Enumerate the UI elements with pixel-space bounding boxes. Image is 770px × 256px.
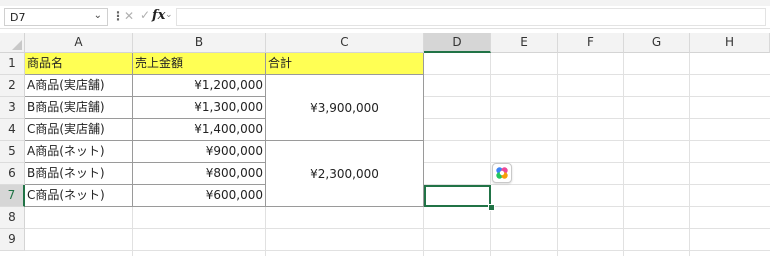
cell-a4[interactable]: C商品(実店舗)	[25, 119, 133, 141]
select-all-icon	[12, 40, 22, 50]
select-all-button[interactable]	[0, 33, 25, 53]
row-header-2[interactable]: 2	[0, 75, 25, 97]
row-header-9[interactable]: 9	[0, 229, 25, 251]
cell-a1[interactable]: 商品名	[25, 53, 133, 75]
cell-b5[interactable]: ¥900,000	[133, 141, 266, 163]
formula-input[interactable]	[176, 8, 766, 26]
row-header-1[interactable]: 1	[0, 53, 25, 75]
cell-b3[interactable]: ¥1,300,000	[133, 97, 266, 119]
gridline	[25, 228, 770, 229]
cell-a6[interactable]: B商品(ネット)	[25, 163, 133, 185]
copilot-button[interactable]	[492, 163, 512, 183]
column-header-b[interactable]: B	[133, 33, 266, 53]
cancel-icon[interactable]: ✕	[124, 9, 134, 23]
gridline	[557, 53, 558, 256]
gridline	[623, 53, 624, 256]
column-header-e[interactable]: E	[491, 33, 558, 53]
more-options-icon[interactable]: ⋮	[112, 9, 124, 23]
cell-b2[interactable]: ¥1,200,000	[133, 75, 266, 97]
name-box-value: D7	[10, 11, 26, 24]
column-header-c[interactable]: C	[266, 33, 424, 53]
cell-c2-c4-merged[interactable]: ¥3,900,000	[266, 75, 424, 141]
cell-b6[interactable]: ¥800,000	[133, 163, 266, 185]
row-header-8[interactable]: 8	[0, 207, 25, 229]
cell-a5[interactable]: A商品(ネット)	[25, 141, 133, 163]
column-header-f[interactable]: F	[558, 33, 624, 53]
cell-b7[interactable]: ¥600,000	[133, 185, 266, 207]
cell-b4[interactable]: ¥1,400,000	[133, 119, 266, 141]
column-header-g[interactable]: G	[624, 33, 690, 53]
formula-bar: D7 ⌄ ⋮ ✕ ✓ fx ⌄	[0, 6, 770, 29]
fill-handle[interactable]	[488, 204, 495, 211]
cell-c1[interactable]: 合計	[266, 53, 424, 75]
active-cell-d7[interactable]	[424, 185, 491, 207]
cell-a3[interactable]: B商品(実店舗)	[25, 97, 133, 119]
row-header-6[interactable]: 6	[0, 163, 25, 185]
row-header-3[interactable]: 3	[0, 97, 25, 119]
insert-function-icon[interactable]: fx	[152, 8, 165, 23]
enter-icon[interactable]: ✓	[140, 8, 150, 22]
expand-icon[interactable]: ⌄	[165, 10, 173, 20]
cell-a7[interactable]: C商品(ネット)	[25, 185, 133, 207]
row-header-7[interactable]: 7	[0, 185, 25, 207]
column-header-h[interactable]: H	[690, 33, 770, 53]
chevron-down-icon[interactable]: ⌄	[94, 10, 102, 21]
copilot-icon	[496, 167, 508, 179]
cell-a2[interactable]: A商品(実店舗)	[25, 75, 133, 97]
cell-c5-c7-merged[interactable]: ¥2,300,000	[266, 141, 424, 207]
column-header-d[interactable]: D	[424, 33, 491, 53]
row-header-5[interactable]: 5	[0, 141, 25, 163]
gridline	[689, 53, 690, 256]
cell-b1[interactable]: 売上金額	[133, 53, 266, 75]
name-box[interactable]: D7 ⌄	[4, 8, 108, 26]
gridline	[490, 53, 491, 256]
gridline	[25, 250, 770, 251]
row-header-4[interactable]: 4	[0, 119, 25, 141]
column-header-a[interactable]: A	[25, 33, 133, 53]
